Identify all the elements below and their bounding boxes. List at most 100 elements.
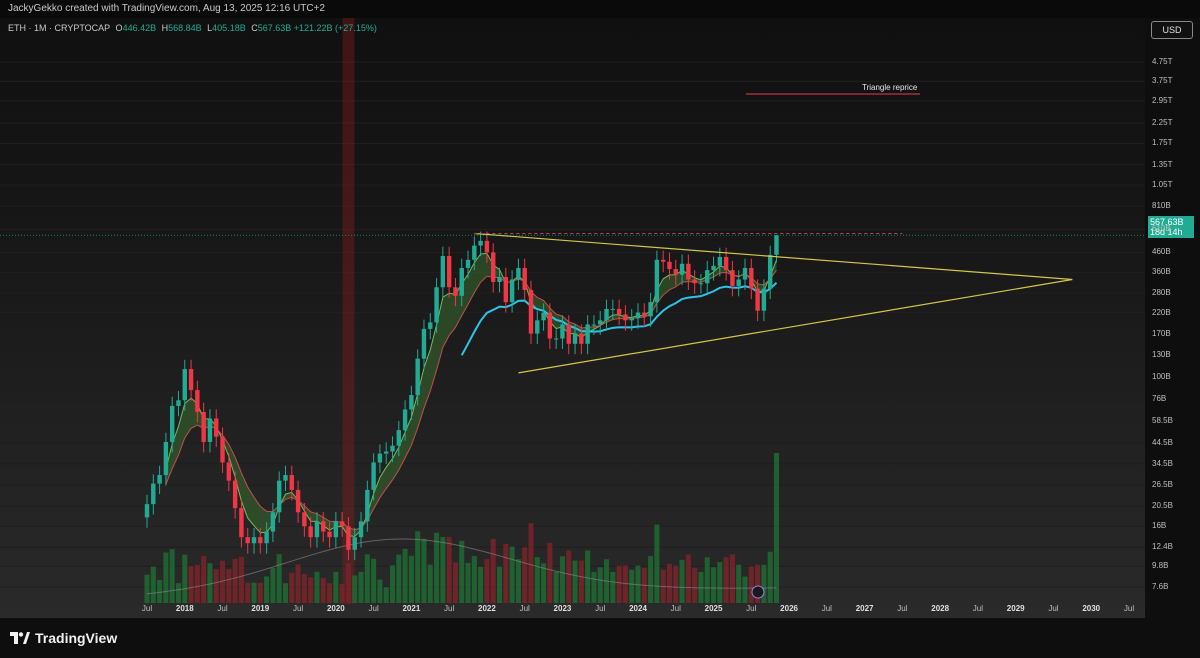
volume-bar [711,567,717,603]
candle-body [151,483,156,505]
candle-body [566,324,571,344]
volume-bar [213,569,219,603]
volume-bar [175,583,181,603]
candle-body [214,418,219,437]
volume-bar [616,565,622,603]
x-tick-label: Jul [217,604,228,613]
volume-bar [238,556,244,603]
candle-body [629,318,634,321]
y-tick-label: 58.5B [1152,415,1173,425]
candle-body [484,240,490,253]
candle-body [604,308,609,321]
volume-bar [257,582,263,603]
volume-bar [408,555,414,603]
volume-bar [201,555,207,603]
low-value: 405.18B [212,23,246,33]
candle-body [761,288,767,311]
candle-body [182,369,187,401]
volume-bar [761,564,767,603]
volume-bar [232,558,238,603]
y-tick-label: 16B [1152,521,1167,531]
currency-button[interactable]: USD [1151,21,1193,39]
volume-bar [522,547,528,603]
candle-body [258,537,263,544]
volume-bar [446,537,452,603]
volume-bar [245,582,251,603]
symbol-label: ETH · 1M · CRYPTOCAP [8,23,111,33]
chart-legend: ETH · 1M · CRYPTOCAP O446.42B H568.84B L… [8,23,377,33]
volume-bar [566,550,572,603]
volume-bar [666,563,672,603]
candle-body [705,270,710,284]
volume-bar [717,562,723,603]
volume-bar [314,571,320,603]
candle-body [453,287,458,296]
volume-bar [528,523,534,603]
volume-bar [320,578,326,603]
volume-bar [301,573,307,603]
candle-body [402,409,408,431]
candle-body [226,462,232,481]
x-tick-label: 2018 [175,604,194,613]
candle-body [144,504,150,518]
x-tick-label: Jul [595,604,606,613]
candle-body [503,277,509,303]
open-value: 446.42B [122,23,157,33]
volume-bar [226,569,232,603]
highlight-band [342,18,355,604]
volume-bar [264,576,270,603]
candle-body [302,512,307,527]
volume-bar [490,538,496,603]
x-tick-label: Jul [1123,604,1135,613]
candle-body [698,283,704,285]
y-tick-label: 360B [1152,267,1171,277]
x-tick-label: 2020 [326,604,345,613]
candle-body [358,521,364,538]
candle-body [717,256,723,266]
candle-body [528,290,534,334]
candle-body [497,277,502,282]
volume-bar [654,524,660,603]
close-value: 567.63B [257,23,292,33]
volume-bar [767,551,773,603]
tradingview-logo[interactable]: TradingView [10,630,117,646]
volume-bar [371,558,377,603]
candle-body [478,240,483,246]
volume-bar [578,560,584,603]
x-tick-label: 2025 [704,604,723,613]
candle-body [711,265,716,271]
y-tick-label: 12.4B [1152,542,1173,552]
volume-bar [484,559,490,603]
candle-body [491,252,496,282]
x-tick-label: Jul [821,604,832,613]
tradingview-logo-icon [10,632,30,644]
volume-bar [352,575,358,603]
x-tick-label: Jul [519,604,530,613]
y-tick-label: 460B [1152,247,1171,257]
volume-bar [308,577,314,603]
candle-body [579,333,584,344]
candle-body [755,288,760,311]
brand-name: TradingView [35,630,118,646]
volume-bar [559,556,565,603]
candle-body [339,521,345,527]
volume-bar [150,566,156,603]
volume-bar [396,554,402,603]
volume-bar [742,576,748,603]
candle-body [660,259,666,262]
candle-body [522,267,527,291]
volume-bar [389,565,396,603]
candle-body [396,430,401,446]
candle-body [195,390,200,412]
high-value: 568.84B [168,23,202,33]
candle-body [446,256,452,288]
triangle-lower-line [518,278,1073,374]
candle-body [730,270,735,286]
volume-bar [188,565,194,603]
candle-body [585,324,590,344]
y-tick-label: 3.75T [1152,76,1173,86]
candle-body [352,537,357,550]
y-tick-label: 1.75T [1152,138,1173,148]
x-tick-label: 2029 [1006,604,1025,613]
volume-bar [673,565,679,603]
